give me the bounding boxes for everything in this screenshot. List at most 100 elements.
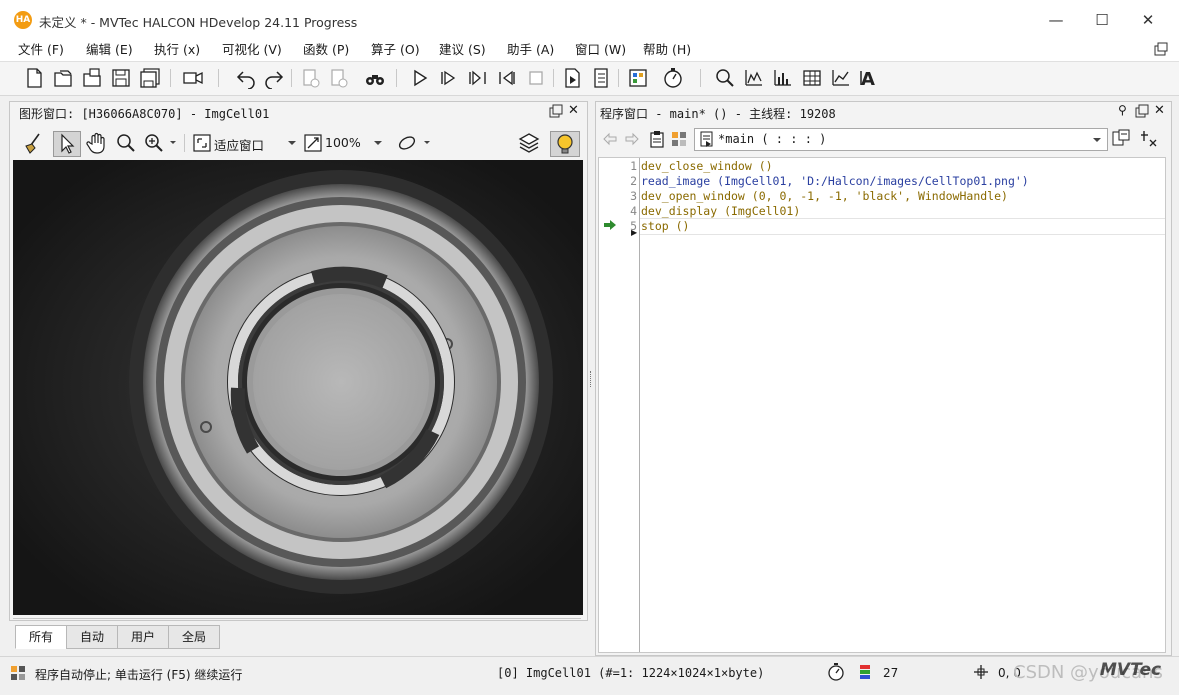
menu-file[interactable]: 文件 (F) [18, 38, 64, 61]
step-forward-icon[interactable] [467, 67, 489, 89]
binoculars-icon[interactable] [364, 67, 386, 89]
code-line[interactable]: dev_open_window (0, 0, -1, -1, 'black', … [641, 189, 1008, 203]
zoom-in-dropdown[interactable] [143, 131, 179, 155]
histogram-icon[interactable] [743, 67, 765, 89]
svg-text:A: A [861, 69, 875, 89]
panel-splitter[interactable] [588, 101, 594, 654]
toolbar-separator [553, 69, 554, 87]
graphics-window-title: 图形窗口: [H36066A8C070] - ImgCell01 [19, 107, 270, 121]
back-arrow-icon[interactable] [602, 131, 618, 147]
profiler-icon[interactable] [662, 67, 684, 89]
toolbar-separator [184, 134, 185, 152]
procedure-select[interactable]: *main ( : : : ) [694, 128, 1108, 151]
crosshair-icon [973, 664, 989, 680]
feature-histogram-icon[interactable] [830, 67, 852, 89]
variable-inspect-icon[interactable] [627, 67, 649, 89]
menu-visualization[interactable]: 可视化 (V) [222, 38, 282, 61]
line-number: 3 [630, 189, 637, 203]
panel-close-icon[interactable]: ✕ [568, 103, 579, 118]
open-example-icon[interactable] [81, 67, 103, 89]
lightbulb-icon[interactable] [550, 131, 580, 157]
gray-histogram-icon[interactable] [801, 67, 823, 89]
copy-icon[interactable] [328, 67, 350, 89]
line-number: 4 [630, 204, 637, 218]
tab-auto[interactable]: 自动 [66, 625, 118, 649]
font-icon[interactable]: A [859, 67, 881, 90]
run-icon[interactable] [409, 67, 431, 89]
forward-arrow-icon[interactable] [624, 131, 640, 147]
menu-help[interactable]: 帮助 (H) [643, 38, 691, 61]
code-line[interactable]: read_image (ImgCell01, 'D:/Halcon/images… [641, 174, 1029, 188]
tab-global[interactable]: 全局 [168, 625, 220, 649]
main-toolbar: A [0, 61, 1179, 96]
title-bar: HA 未定义 * - MVTec HALCON HDevelop 24.11 P… [0, 0, 1179, 39]
procedure-edit-icon[interactable] [1112, 129, 1130, 147]
line-profile-icon[interactable] [772, 67, 794, 89]
code-line[interactable]: dev_display (ImgCell01) [641, 204, 800, 218]
new-file-icon[interactable] [23, 67, 45, 89]
zoom-level-dropdown[interactable]: 100% [303, 131, 385, 155]
step-back-icon[interactable] [496, 67, 518, 89]
panel-close-icon[interactable]: ✕ [1154, 103, 1165, 118]
step-over-icon[interactable] [438, 67, 460, 89]
pin-icon[interactable]: ⚲ [1118, 103, 1127, 117]
redo-icon[interactable] [263, 67, 285, 90]
clear-window-icon[interactable] [22, 131, 44, 155]
program-window-title: 程序窗口 - main* () - 主线程: 19208 [600, 107, 836, 121]
gray-value: 27 [883, 666, 899, 680]
insert-cursor-icon: ▶ [631, 228, 638, 237]
mvtec-logo: MVTec [1100, 660, 1162, 680]
code-editor[interactable]: 1 2 3 4 5 ▶ dev_close_window () read_ima… [598, 157, 1166, 653]
cut-icon[interactable] [300, 67, 322, 89]
undo-icon[interactable] [235, 67, 257, 90]
code-line[interactable]: dev_close_window () [641, 159, 773, 173]
reset-program-2-icon[interactable] [590, 67, 612, 89]
procedure-name: *main ( : : : ) [718, 132, 827, 146]
menu-edit[interactable]: 编辑 (E) [86, 38, 133, 61]
undock-icon[interactable] [1135, 104, 1149, 118]
current-line-highlight [640, 218, 1165, 235]
tab-user[interactable]: 用户 [117, 625, 169, 649]
magnifier-icon[interactable] [115, 131, 137, 155]
menu-window[interactable]: 窗口 (W) [575, 38, 626, 61]
image-info: [0] ImgCell01 (#=1: 1224×1024×1×byte) [497, 666, 765, 680]
clipboard-icon[interactable] [648, 130, 666, 148]
zoom-window-icon[interactable] [714, 67, 736, 89]
stopwatch-icon[interactable] [827, 663, 845, 681]
menu-procedures[interactable]: 函数 (P) [303, 38, 349, 61]
menu-bar: 文件 (F) 编辑 (E) 执行 (x) 可视化 (V) 函数 (P) 算子 (… [0, 38, 1179, 61]
stop-icon[interactable] [525, 67, 547, 89]
maximize-button[interactable]: ☐ [1079, 8, 1125, 32]
toolbar-separator [700, 69, 701, 87]
save-all-icon[interactable] [139, 67, 161, 89]
undock-icon[interactable] [549, 104, 563, 118]
menu-assistants[interactable]: 助手 (A) [507, 38, 554, 61]
layers-icon[interactable] [517, 131, 541, 155]
save-icon[interactable] [110, 67, 132, 89]
fit-window-dropdown[interactable]: 适应窗口 [192, 131, 299, 155]
help-dock-icon[interactable] [1153, 41, 1169, 57]
tab-all[interactable]: 所有 [15, 625, 67, 649]
minimize-button[interactable]: — [1033, 8, 1079, 32]
graphics-toolbar: 适应窗口 100% [12, 127, 582, 158]
fit-window-label: 适应窗口 [214, 138, 265, 153]
reset-program-icon[interactable] [561, 67, 583, 89]
program-counter-arrow-icon [603, 219, 617, 231]
line-number: 1 [630, 159, 637, 173]
pointer-tool-icon[interactable] [53, 131, 81, 157]
procedure-settings-icon[interactable] [1140, 129, 1158, 147]
region-shape-dropdown[interactable] [396, 131, 436, 155]
video-camera-icon[interactable] [182, 67, 204, 89]
grid-view-icon[interactable] [670, 130, 688, 148]
code-line[interactable]: stop () [641, 219, 689, 233]
open-file-icon[interactable] [52, 67, 74, 89]
menu-suggestions[interactable]: 建议 (S) [439, 38, 486, 61]
menu-operators[interactable]: 算子 (O) [371, 38, 420, 61]
toolbar-separator [291, 69, 292, 87]
image-canvas[interactable] [13, 160, 583, 615]
menu-execute[interactable]: 执行 (x) [154, 38, 200, 61]
toolbar-separator [170, 69, 171, 87]
close-button[interactable]: ✕ [1125, 8, 1171, 32]
window-title: 未定义 * - MVTec HALCON HDevelop 24.11 Prog… [39, 15, 358, 30]
hand-tool-icon[interactable] [85, 131, 109, 155]
